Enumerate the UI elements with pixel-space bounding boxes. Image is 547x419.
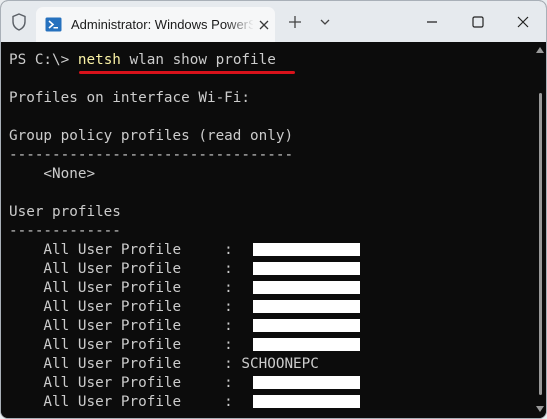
profile-line: All User Profile : [9, 337, 242, 353]
profile-line: All User Profile : [9, 242, 242, 258]
redacted-value [253, 395, 360, 408]
command-args: wlan show profile [120, 52, 276, 68]
profile-line: All User Profile : [9, 299, 242, 315]
redacted-value [253, 262, 360, 275]
redacted-value [253, 281, 360, 294]
profile-label: All User Profile : [9, 356, 242, 372]
user-profiles-header: User profiles [9, 204, 121, 220]
scroll-thumb[interactable] [539, 93, 542, 395]
tab-administrator-powershell[interactable]: Administrator: Windows PowerShell [36, 7, 275, 42]
prompt: PS C:\> [9, 52, 78, 68]
profile-line: All User Profile : [9, 394, 242, 410]
profile-line: All User Profile : [9, 280, 242, 296]
maximize-icon[interactable] [467, 11, 489, 33]
redacted-value [253, 376, 360, 389]
user-profiles-separator: ------------- [9, 223, 121, 239]
command-name: netsh [77, 52, 121, 68]
command-underline [79, 71, 295, 74]
scroll-up-arrow-icon[interactable] [536, 47, 544, 53]
terminal-window: Administrator: Windows PowerShell PS C:\… [0, 0, 547, 419]
chevron-down-icon[interactable] [315, 12, 335, 32]
tab-title-fade [226, 15, 254, 35]
powershell-icon [45, 17, 62, 32]
close-icon[interactable] [512, 11, 534, 33]
redacted-value [253, 300, 360, 313]
profile-name: SCHOONEPC [241, 356, 319, 372]
scroll-down-arrow-icon[interactable] [536, 406, 544, 412]
redacted-value [253, 243, 360, 256]
vertical-scrollbar[interactable] [534, 42, 546, 418]
command-line: PS C:\> netsh wlan show profile [9, 51, 276, 70]
interface-line: Profiles on interface Wi-Fi: [9, 90, 251, 106]
shield-icon [12, 13, 26, 31]
minimize-icon[interactable] [421, 11, 443, 33]
title-bar: Administrator: Windows PowerShell [1, 1, 546, 42]
redacted-value [253, 338, 360, 351]
redacted-value [253, 319, 360, 332]
terminal-output[interactable]: PS C:\> netsh wlan show profile Profiles… [1, 42, 546, 418]
profile-line: All User Profile : [9, 318, 242, 334]
close-icon[interactable] [254, 15, 274, 35]
profile-line: All User Profile : [9, 375, 242, 391]
profile-line: All User Profile : [9, 261, 242, 277]
group-policy-header: Group policy profiles (read only) [9, 128, 294, 144]
group-policy-separator: --------------------------------- [9, 147, 294, 163]
profile-line: All User Profile : SCHOONEPC [9, 355, 319, 374]
none-entry: <None> [9, 166, 96, 182]
plus-icon[interactable] [285, 12, 305, 32]
